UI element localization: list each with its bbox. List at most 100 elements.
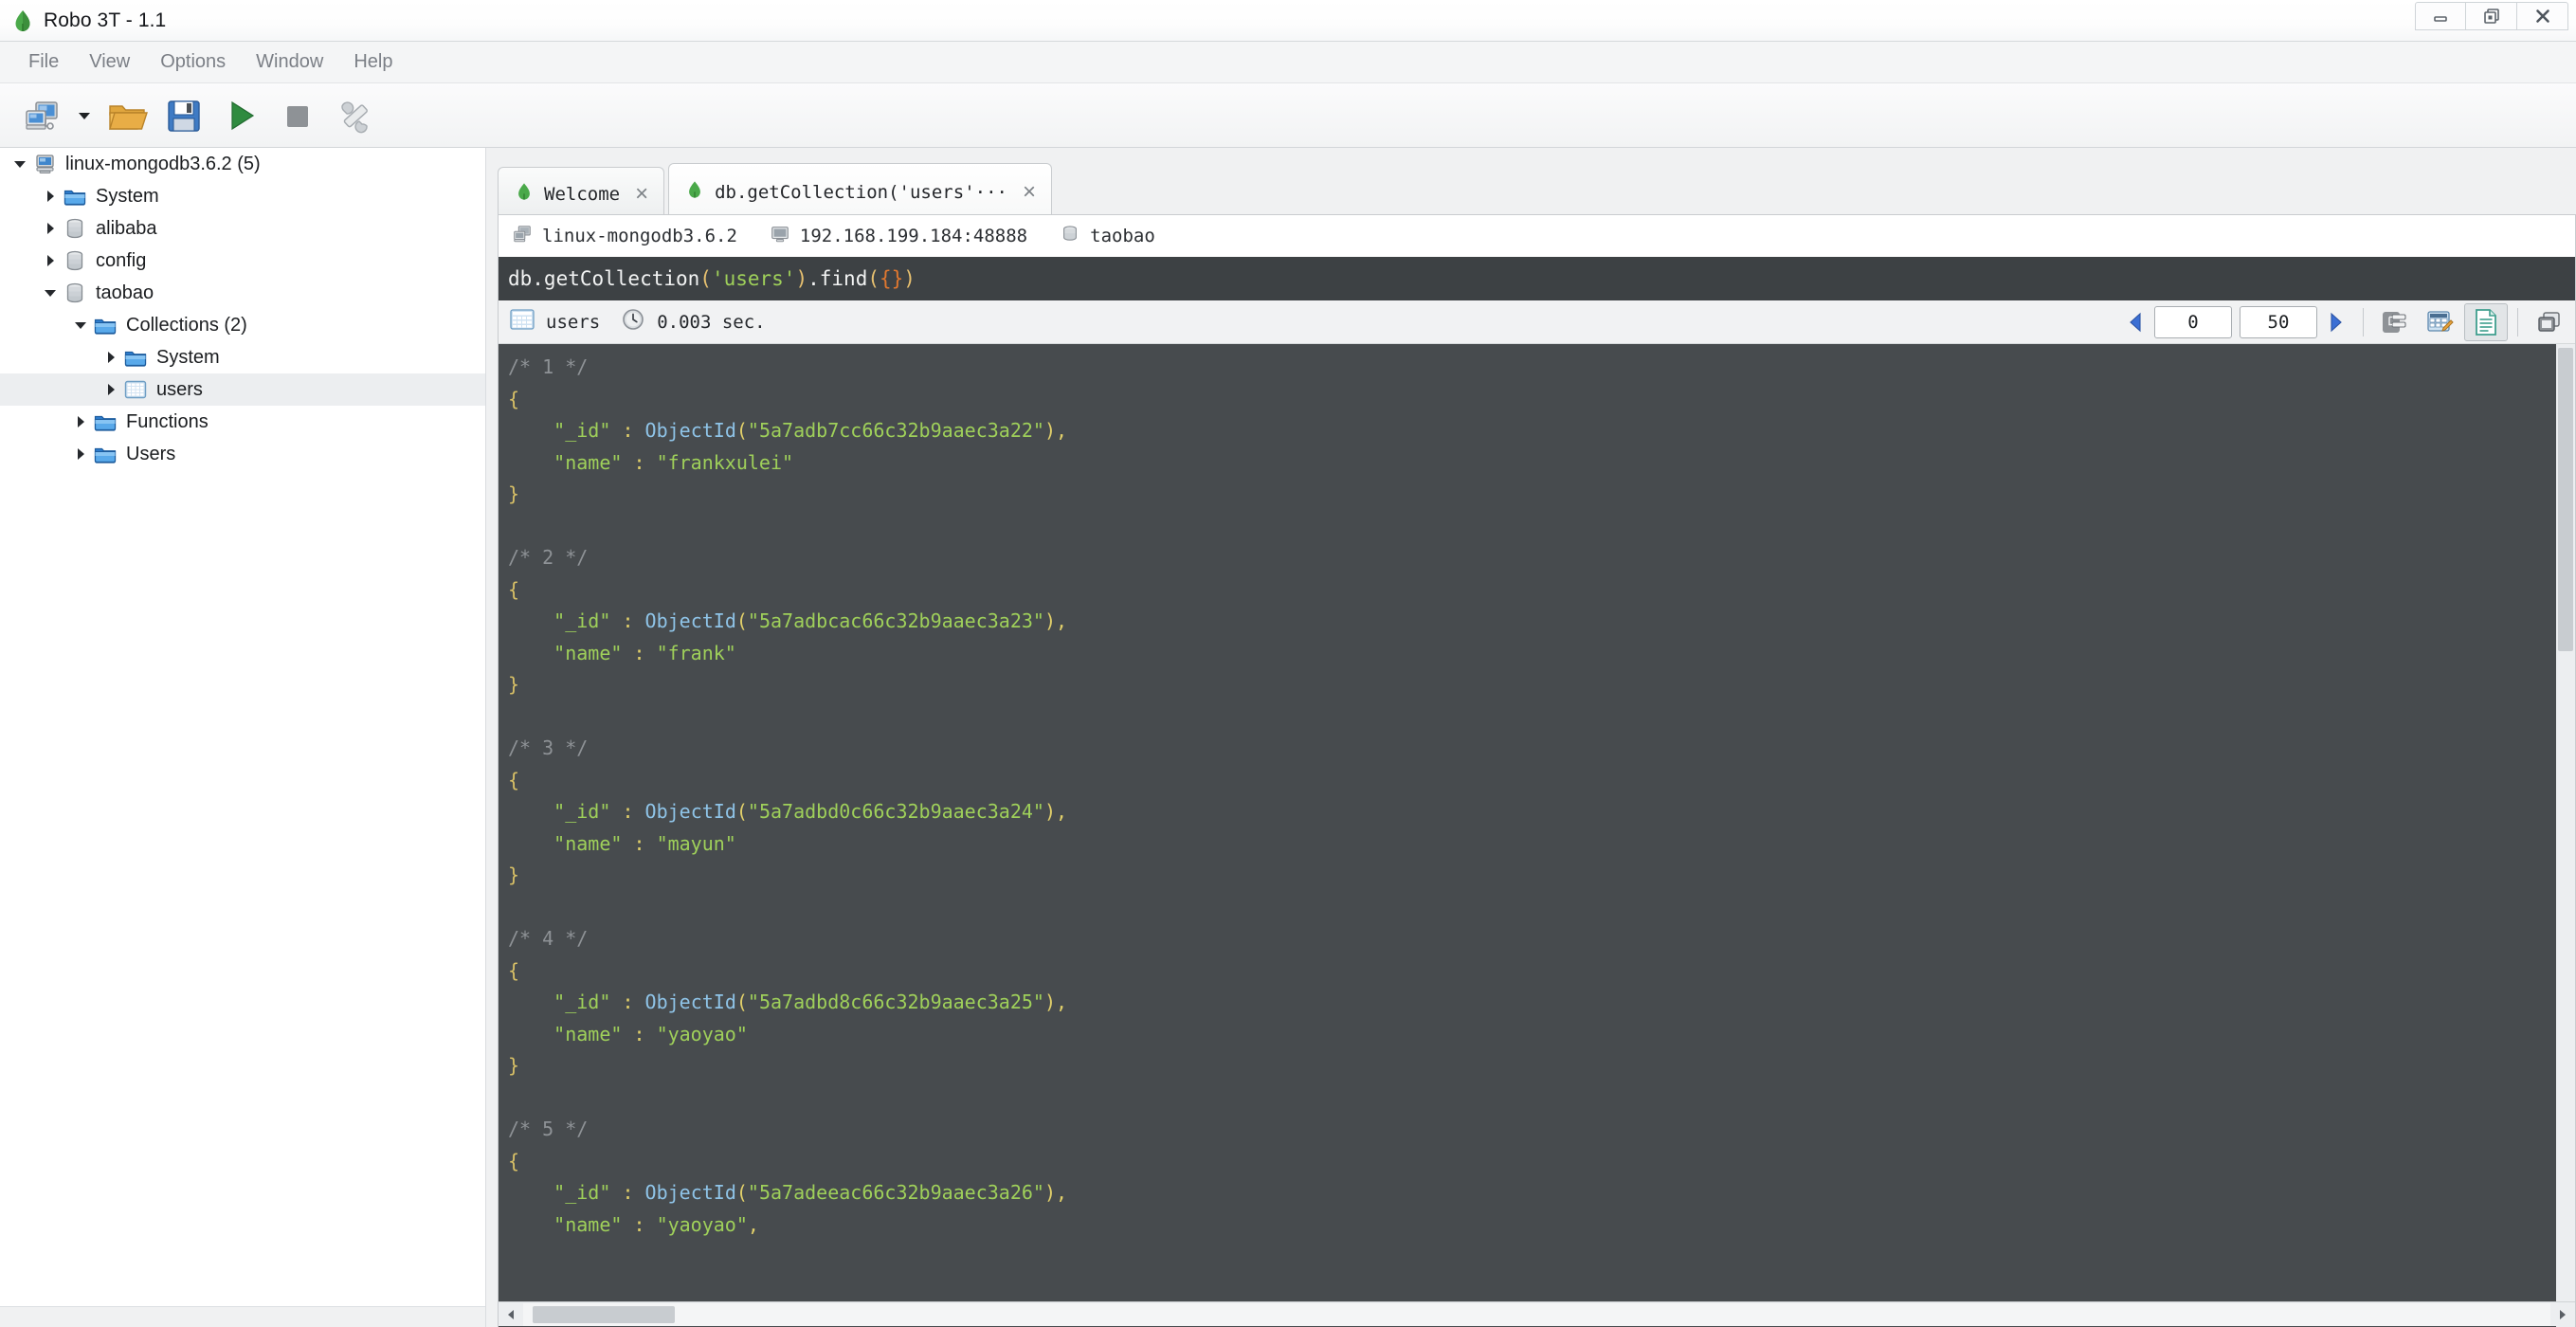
text-view-button[interactable] [2464,303,2508,341]
execute-button[interactable] [214,89,267,142]
query-token: ) [903,267,916,290]
tab-close-icon[interactable]: × [635,182,648,206]
skip-input[interactable]: 0 [2154,306,2232,338]
query-token: ( [867,267,880,290]
result-doc-comment: /* 2 */ [508,546,589,569]
twisty-collapsed-icon[interactable] [38,212,63,245]
twisty-collapsed-icon[interactable] [38,245,63,277]
connection-info-bar: linux-mongodb3.6.2 192.168.199.184:48888 [499,215,2575,257]
result-doc-open-brace: { [508,387,520,410]
tree-item-collections-2[interactable]: Collections (2) [0,309,485,341]
server-icon [32,152,57,176]
menu-file[interactable]: File [13,47,74,77]
results-elapsed-label: 0.003 sec. [657,311,766,333]
tree-item-system[interactable]: System [0,341,485,373]
chevron-down-icon[interactable] [72,89,97,142]
tree-item-label: taobao [96,282,154,303]
table-view-button[interactable] [2419,303,2462,341]
result-doc-comment: /* 3 */ [508,736,589,759]
tree-item-config[interactable]: config [0,245,485,277]
connection-database-label: taobao [1090,226,1155,246]
tree-item-users[interactable]: Users [0,438,485,470]
result-blank-line [508,511,2575,543]
database-icon [63,281,87,305]
results-horizontal-scrollbar[interactable] [499,1301,2575,1326]
main-toolbar [0,83,2576,148]
result-doc-close-brace: } [508,482,520,505]
result-doc-close-brace: } [508,1054,520,1077]
tree-view-button[interactable] [2373,303,2417,341]
menu-window[interactable]: Window [241,47,338,77]
stop-button[interactable] [271,89,324,142]
twisty-expanded-icon[interactable] [68,309,93,341]
database-icon [63,248,87,273]
results-scrollbar-thumb[interactable] [2558,348,2573,651]
tree-item-users[interactable]: users [0,373,485,406]
result-doc-comment: /* 5 */ [508,1118,589,1140]
menu-bar: File View Options Window Help [0,42,2576,83]
twisty-collapsed-icon[interactable] [99,373,123,406]
database-icon [1060,224,1080,249]
tree-item-system[interactable]: System [0,180,485,212]
menu-view[interactable]: View [74,47,145,77]
server-icon [512,224,533,249]
tab-query-users[interactable]: db.getCollection('users'··· × [668,163,1052,220]
tree-item-alibaba[interactable]: alibaba [0,212,485,245]
result-doc-open-brace: { [508,958,520,982]
scroll-right-icon[interactable] [2550,1303,2575,1326]
minimize-button[interactable] [2415,2,2466,30]
scrollbar-thumb[interactable] [533,1305,675,1323]
mongodb-leaf-icon [684,179,705,205]
query-results-text[interactable]: /* 1 */ { "_id" : ObjectId("5a7adb7cc66c3… [499,344,2575,1327]
result-field-id: "_id" : ObjectId("5a7adb7cc66c32b9aaec3a… [553,419,1068,442]
result-field-name: "name" : "yaoyao" [553,1022,748,1045]
result-field-id: "_id" : ObjectId("5a7adeeac66c32b9aaec3a… [553,1181,1068,1204]
database-tree-sidebar[interactable]: linux-mongodb3.6.2 (5) System alibaba confi… [0,148,486,1327]
twisty-collapsed-icon[interactable] [68,406,93,438]
twisty-collapsed-icon[interactable] [38,180,63,212]
next-page-button[interactable] [2319,303,2353,341]
monitor-icon [770,224,790,249]
query-token: .find [807,267,868,290]
result-field-id: "_id" : ObjectId("5a7adbd0c66c32b9aaec3a… [553,800,1068,823]
twisty-collapsed-icon[interactable] [99,341,123,373]
previous-page-button[interactable] [2118,303,2152,341]
twisty-expanded-icon[interactable] [38,277,63,309]
tab-label: db.getCollection('users'··· [715,181,1007,203]
tab-close-icon[interactable]: × [1023,180,1036,204]
tree-item-label: linux-mongodb3.6.2 (5) [65,154,261,174]
scrollbar-track[interactable] [523,1302,2550,1326]
sidebar-horizontal-scrollbar[interactable] [0,1306,485,1327]
result-field-name: "name" : "mayun" [553,831,736,855]
tab-welcome[interactable]: Welcome × [498,167,665,220]
maximize-results-button[interactable] [2528,303,2571,341]
connection-host-label: 192.168.199.184:48888 [799,226,1028,246]
connection-server-label: linux-mongodb3.6.2 [542,226,737,246]
query-editor-input[interactable]: db.getCollection('users').find({}) [499,257,2575,300]
save-script-button[interactable] [157,89,210,142]
tree-item-linux-mongodb3-6-2-5[interactable]: linux-mongodb3.6.2 (5) [0,148,485,180]
result-blank-line [508,892,2575,924]
query-token: ( [699,267,712,290]
restore-button[interactable] [2466,2,2517,30]
scroll-left-icon[interactable] [499,1303,523,1326]
twisty-expanded-icon[interactable] [8,148,32,180]
open-script-button[interactable] [100,89,154,142]
result-field-id: "_id" : ObjectId("5a7adbd8c66c32b9aaec3a… [553,991,1068,1013]
connect-button[interactable] [15,89,68,142]
limit-input[interactable]: 50 [2240,306,2317,338]
menu-help[interactable]: Help [338,47,408,77]
query-token: {} [880,267,904,290]
result-field-name: "name" : "frank" [553,641,736,664]
results-vertical-scrollbar[interactable] [2556,344,2575,1327]
result-field-name: "name" : "yaoyao", [553,1212,759,1236]
tree-item-taobao[interactable]: taobao [0,277,485,309]
folder-icon [63,184,87,209]
menu-options[interactable]: Options [145,47,241,77]
close-button[interactable] [2517,2,2568,30]
twisty-collapsed-icon[interactable] [68,438,93,470]
result-doc-close-brace: } [508,863,520,886]
tree-item-functions[interactable]: Functions [0,406,485,438]
tree-item-label: Functions [126,411,209,432]
tools-button[interactable] [328,89,381,142]
